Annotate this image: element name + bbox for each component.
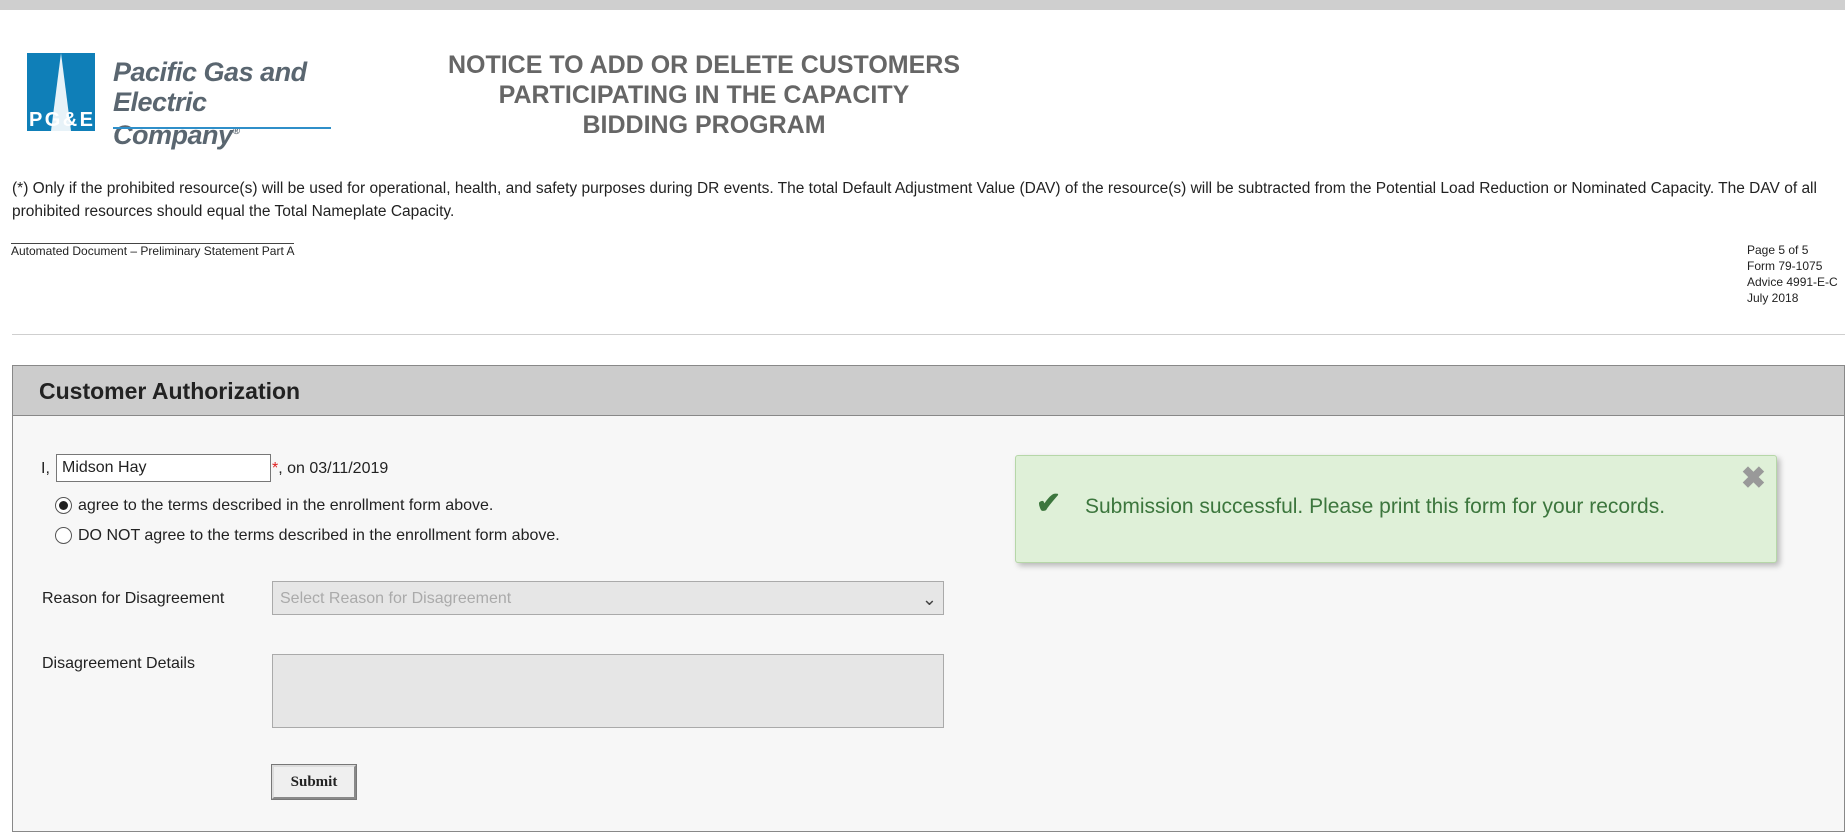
page-number: Page 5 of 5 bbox=[1747, 243, 1809, 257]
disagree-label: DO NOT agree to the terms described in t… bbox=[78, 527, 560, 544]
panel-title: Customer Authorization bbox=[39, 378, 301, 404]
automated-document-note: Automated Document – Preliminary Stateme… bbox=[11, 243, 295, 258]
name-prefix: I, bbox=[41, 460, 50, 477]
success-alert: ✔ Submission successful. Please print th… bbox=[1015, 455, 1777, 563]
advice-number: Advice 4991-E-C bbox=[1747, 275, 1838, 289]
customer-authorization-panel: Customer Authorization I, *, on 03/11/20… bbox=[12, 365, 1845, 832]
success-message: Submission successful. Please print this… bbox=[1085, 495, 1666, 518]
pge-logo: PG&E Pacific Gas and Electric Company® bbox=[27, 53, 337, 150]
logo-line-1: Pacific Gas and bbox=[113, 57, 307, 87]
divider bbox=[12, 334, 1845, 335]
reason-select[interactable]: Select Reason for Disagreement ⌄ bbox=[272, 581, 944, 615]
page-meta: Page 5 of 5 Form 79-1075 Advice 4991-E-C… bbox=[1747, 242, 1838, 306]
reason-placeholder: Select Reason for Disagreement bbox=[280, 590, 512, 607]
disagree-option[interactable]: DO NOT agree to the terms described in t… bbox=[55, 526, 560, 546]
close-icon[interactable]: ✖ bbox=[1741, 464, 1766, 494]
disagreement-details-textarea[interactable] bbox=[272, 654, 944, 728]
logo-line-2: Electric Company® bbox=[113, 87, 240, 150]
agree-label: agree to the terms described in the enro… bbox=[78, 497, 494, 514]
agree-option[interactable]: agree to the terms described in the enro… bbox=[55, 496, 493, 516]
pge-logo-mark: PG&E bbox=[27, 53, 95, 131]
title-line-1: NOTICE TO ADD OR DELETE CUSTOMERS bbox=[447, 51, 961, 79]
document-title: NOTICE TO ADD OR DELETE CUSTOMERS PARTIC… bbox=[404, 50, 1004, 140]
logo-underline bbox=[113, 127, 331, 129]
chevron-down-icon: ⌄ bbox=[921, 589, 937, 609]
title-line-3: BIDDING PROGRAM bbox=[582, 111, 826, 139]
date-statement: *, on 03/11/2019 bbox=[272, 455, 388, 483]
authorization-date: , on 03/11/2019 bbox=[278, 460, 389, 477]
top-bar bbox=[0, 0, 1845, 10]
form-number: Form 79-1075 bbox=[1747, 259, 1823, 273]
details-label: Disagreement Details bbox=[42, 655, 195, 672]
customer-name-input[interactable] bbox=[56, 454, 271, 482]
submit-button[interactable]: Submit bbox=[271, 764, 357, 800]
panel-header: Customer Authorization bbox=[13, 366, 1844, 416]
form-date: July 2018 bbox=[1747, 291, 1799, 305]
disagree-radio[interactable] bbox=[55, 527, 72, 545]
checkmark-icon: ✔ bbox=[1036, 487, 1062, 520]
agree-radio[interactable] bbox=[55, 497, 72, 515]
logo-wordmark: Pacific Gas and Electric Company® bbox=[113, 57, 337, 150]
reason-label: Reason for Disagreement bbox=[42, 590, 225, 607]
footnote-text: (*) Only if the prohibited resource(s) w… bbox=[12, 180, 1817, 220]
title-line-2: PARTICIPATING IN THE CAPACITY bbox=[498, 81, 910, 109]
